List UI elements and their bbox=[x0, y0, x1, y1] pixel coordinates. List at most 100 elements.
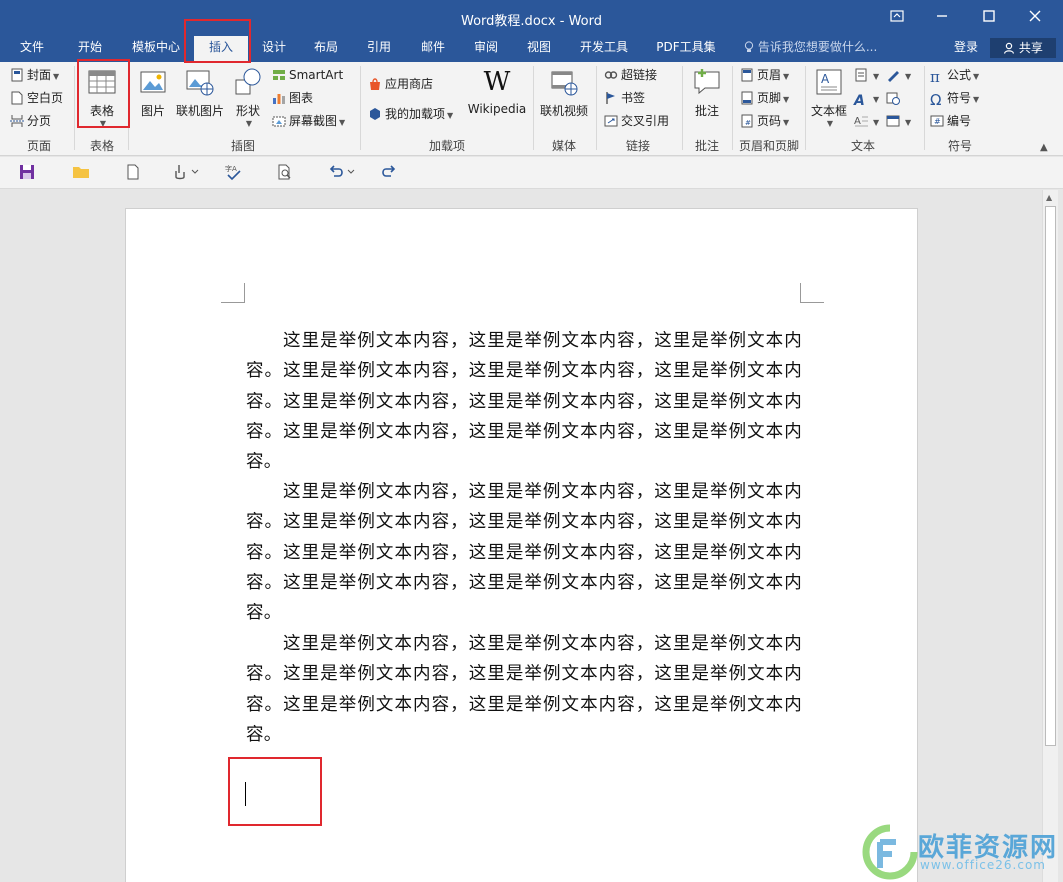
tab-file[interactable]: 文件 bbox=[10, 36, 54, 62]
wikipedia-button[interactable]: W Wikipedia bbox=[466, 66, 528, 116]
watermark-logo-icon bbox=[862, 824, 918, 880]
signature-line-button[interactable]: ▼ bbox=[886, 65, 911, 85]
screenshot-button[interactable]: 屏幕截图 ▼ bbox=[272, 111, 345, 131]
tab-template-center[interactable]: 模板中心 bbox=[124, 36, 188, 62]
body-paragraph[interactable]: 这里是举例文本内容，这里是举例文本内容，这里是举例文本内容。这里是举例文本内容，… bbox=[246, 629, 802, 750]
ribbon: 封面 ▼ 空白页 分页 页面 表格 ▼ 表格 图片 联机图片 形状 ▼ Smar… bbox=[0, 62, 1063, 156]
online-picture-button[interactable]: 联机图片 bbox=[174, 66, 226, 119]
bookmark-button[interactable]: 书签 bbox=[604, 88, 645, 108]
cross-reference-button[interactable]: 交叉引用 bbox=[604, 111, 669, 131]
tab-developer[interactable]: 开发工具 bbox=[572, 36, 636, 62]
close-icon[interactable] bbox=[1020, 6, 1050, 30]
touch-mode-icon[interactable] bbox=[172, 163, 204, 183]
page-number-button[interactable]: # 页码 ▼ bbox=[740, 111, 789, 131]
undo-icon[interactable] bbox=[326, 163, 358, 183]
textbox-button[interactable]: A 文本框 ▼ bbox=[808, 66, 850, 128]
print-preview-icon[interactable] bbox=[276, 163, 296, 183]
separator bbox=[533, 66, 534, 150]
my-addins-button[interactable]: 我的加载项 ▼ bbox=[368, 104, 453, 124]
blank-page-button[interactable]: 空白页 bbox=[10, 88, 63, 108]
date-time-button[interactable] bbox=[886, 88, 903, 108]
object-button[interactable]: ▼ bbox=[886, 111, 911, 131]
number-button[interactable]: # 编号 bbox=[930, 111, 971, 131]
quick-access-toolbar: 字A bbox=[0, 157, 1063, 189]
footer-label: 页脚 bbox=[757, 91, 782, 105]
chart-icon bbox=[272, 91, 286, 105]
vertical-scrollbar[interactable]: ▲ bbox=[1042, 190, 1058, 882]
separator bbox=[360, 66, 361, 150]
save-icon[interactable] bbox=[18, 163, 38, 183]
maximize-icon[interactable] bbox=[974, 6, 1004, 30]
separator bbox=[682, 66, 683, 150]
minimize-icon[interactable] bbox=[927, 6, 957, 30]
svg-text:A: A bbox=[854, 116, 861, 127]
share-button[interactable]: 共享 bbox=[990, 38, 1056, 58]
redo-icon[interactable] bbox=[380, 163, 400, 183]
signature-icon bbox=[886, 68, 900, 82]
shapes-label: 形状 bbox=[235, 104, 260, 118]
title-bar: Word教程.docx - Word bbox=[0, 0, 1063, 36]
login-link[interactable]: 登录 bbox=[954, 36, 978, 58]
chart-button[interactable]: 图表 bbox=[272, 88, 313, 108]
link-icon bbox=[604, 68, 618, 82]
ribbon-tabs: 文件 开始 模板中心 插入 设计 布局 引用 邮件 审阅 视图 开发工具 PDF… bbox=[0, 36, 1063, 63]
tab-review[interactable]: 审阅 bbox=[464, 36, 508, 62]
wordart-button[interactable]: A ▼ bbox=[854, 88, 879, 108]
page-break-button[interactable]: 分页 bbox=[10, 111, 51, 131]
wordart-icon: A bbox=[854, 93, 865, 109]
ribbon-display-options-icon[interactable] bbox=[882, 6, 912, 30]
tell-me-text: 告诉我您想要做什么... bbox=[757, 40, 878, 54]
cover-page-button[interactable]: 封面 ▼ bbox=[10, 65, 59, 85]
quick-parts-icon bbox=[854, 68, 868, 82]
tab-view[interactable]: 视图 bbox=[517, 36, 561, 62]
online-video-button[interactable]: 联机视频 bbox=[538, 66, 590, 119]
footer-button[interactable]: 页脚 ▼ bbox=[740, 88, 789, 108]
shapes-icon bbox=[232, 66, 264, 98]
tab-layout[interactable]: 布局 bbox=[304, 36, 348, 62]
open-folder-icon[interactable] bbox=[72, 163, 92, 183]
symbol-button[interactable]: Ω 符号 ▼ bbox=[930, 88, 979, 108]
online-video-label: 联机视频 bbox=[539, 104, 588, 118]
separator bbox=[74, 66, 75, 150]
my-addins-label: 我的加载项 bbox=[385, 107, 446, 121]
wikipedia-icon: W bbox=[483, 67, 511, 97]
page-break-icon bbox=[10, 114, 24, 128]
document-area: 这里是举例文本内容，这里是举例文本内容，这里是举例文本内容。这里是举例文本内容，… bbox=[0, 190, 1042, 882]
store-icon bbox=[368, 77, 382, 91]
picture-button[interactable]: 图片 bbox=[134, 66, 172, 119]
store-label: 应用商店 bbox=[385, 77, 434, 91]
margin-corner-mark bbox=[800, 283, 824, 303]
hyperlink-button[interactable]: 超链接 bbox=[604, 65, 657, 85]
tab-design[interactable]: 设计 bbox=[252, 36, 296, 62]
equation-button[interactable]: π 公式 ▼ bbox=[930, 65, 979, 85]
header-button[interactable]: 页眉 ▼ bbox=[740, 65, 789, 85]
tab-mailings[interactable]: 邮件 bbox=[411, 36, 455, 62]
smartart-button[interactable]: SmartArt bbox=[272, 65, 343, 85]
shapes-button[interactable]: 形状 ▼ bbox=[230, 66, 266, 128]
scrollbar-thumb[interactable] bbox=[1045, 206, 1056, 746]
body-paragraph[interactable]: 这里是举例文本内容，这里是举例文本内容，这里是举例文本内容。这里是举例文本内容，… bbox=[246, 477, 802, 628]
picture-label: 图片 bbox=[140, 104, 165, 118]
addins-icon bbox=[368, 107, 382, 121]
tell-me-box[interactable]: 告诉我您想要做什么... bbox=[744, 36, 877, 58]
new-document-icon[interactable] bbox=[124, 163, 144, 183]
group-label-comments: 批注 bbox=[694, 139, 719, 153]
textbox-label: 文本框 bbox=[810, 104, 847, 118]
store-button[interactable]: 应用商店 bbox=[368, 74, 433, 94]
chevron-down-icon: ▼ bbox=[245, 119, 253, 128]
highlight-table-button bbox=[77, 59, 130, 128]
tab-references[interactable]: 引用 bbox=[357, 36, 401, 62]
highlight-cursor-position bbox=[228, 757, 322, 826]
body-paragraph[interactable]: 这里是举例文本内容，这里是举例文本内容，这里是举例文本内容。这里是举例文本内容，… bbox=[246, 326, 802, 477]
hyperlink-label: 超链接 bbox=[621, 68, 658, 82]
svg-text:A: A bbox=[821, 72, 830, 86]
new-comment-button[interactable]: 批注 bbox=[688, 66, 726, 119]
page-break-label: 分页 bbox=[27, 114, 52, 128]
scroll-up-icon[interactable]: ▲ bbox=[1046, 193, 1052, 202]
blank-page-icon bbox=[10, 91, 24, 105]
spelling-check-icon[interactable]: 字A bbox=[224, 163, 244, 183]
drop-cap-button[interactable]: A ▼ bbox=[854, 111, 879, 131]
quick-parts-button[interactable]: ▼ bbox=[854, 65, 879, 85]
collapse-ribbon-icon[interactable]: ▲ bbox=[1040, 142, 1048, 153]
tab-pdf-tools[interactable]: PDF工具集 bbox=[648, 36, 724, 62]
